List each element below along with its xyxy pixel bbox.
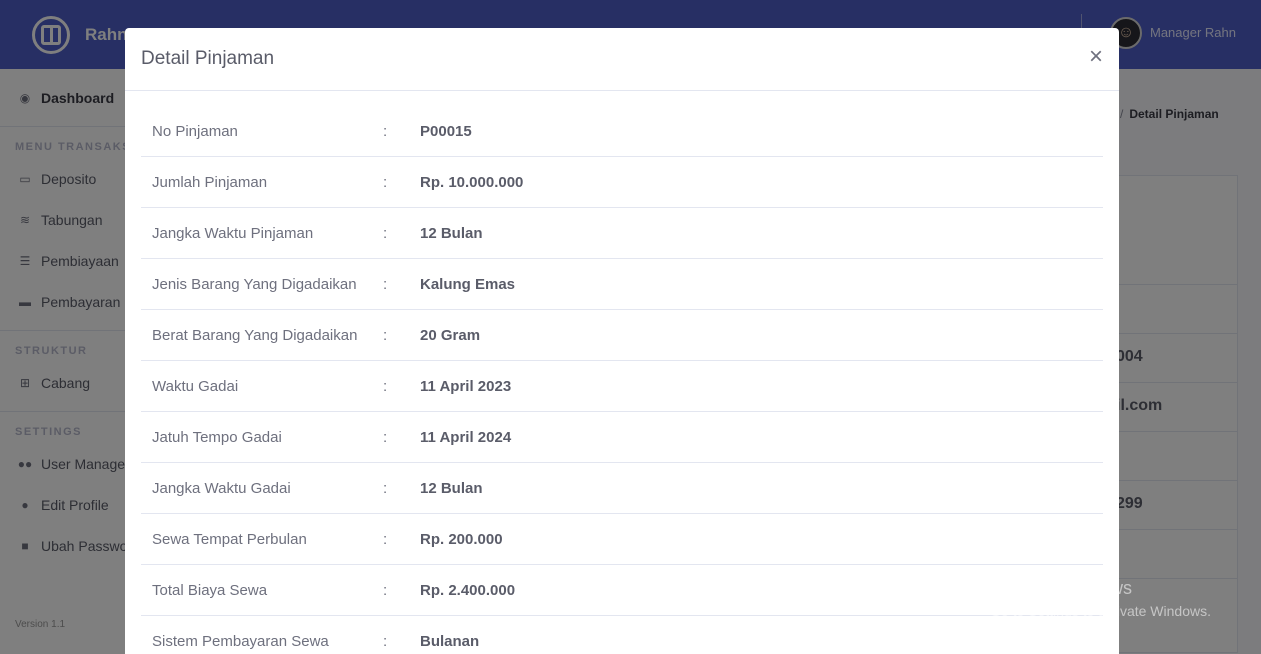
row-label: Waktu Gadai — [141, 360, 381, 412]
row-value: 11 April 2024 — [409, 411, 1103, 463]
row-value: 12 Bulan — [409, 207, 1103, 259]
row-label: Jenis Barang Yang Digadaikan — [141, 258, 381, 310]
close-icon[interactable]: × — [1089, 45, 1103, 69]
row-label: Total Biaya Sewa — [141, 564, 381, 616]
row-colon: : — [381, 615, 409, 654]
table-row: Sistem Pembayaran Sewa: Bulanan — [141, 615, 1103, 654]
table-row: Jangka Waktu Pinjaman:12 Bulan — [141, 207, 1103, 259]
table-row: Sewa Tempat Perbulan: Rp. 200.000 — [141, 513, 1103, 565]
row-value: 20 Gram — [409, 309, 1103, 361]
row-label: Sistem Pembayaran Sewa — [141, 615, 381, 654]
row-colon: : — [383, 123, 388, 140]
row-label: Jumlah Pinjaman — [141, 156, 381, 208]
row-label: Jatuh Tempo Gadai — [141, 411, 381, 463]
row-colon: : — [381, 513, 409, 565]
row-colon: : — [381, 309, 409, 361]
detail-table: No Pinjaman: P00015 Jumlah Pinjaman: Rp. 10… — [141, 106, 1103, 654]
row-colon: : — [381, 564, 409, 616]
row-value: Kalung Emas — [409, 258, 1103, 310]
modal-body: No Pinjaman: P00015 Jumlah Pinjaman: Rp. 10… — [125, 91, 1119, 654]
row-label: Berat Barang Yang Digadaikan — [141, 309, 381, 361]
row-value: Bulanan — [409, 615, 1103, 654]
row-label: Sewa Tempat Perbulan — [141, 513, 381, 565]
row-value: 11 April 2023 — [409, 360, 1103, 412]
modal-header: Detail Pinjaman × — [125, 28, 1119, 91]
table-row: Jenis Barang Yang Digadaikan: Kalung Emas — [141, 258, 1103, 310]
modal-title: Detail Pinjaman — [141, 48, 275, 69]
activate-windows-hint: Go to Settings to activate Windows. — [990, 603, 1211, 619]
table-row: Jumlah Pinjaman: Rp. 10.000.000 — [141, 156, 1103, 208]
table-row: Jangka Waktu Gadai:12 Bulan — [141, 462, 1103, 514]
table-row: Jatuh Tempo Gadai:11 April 2024 — [141, 411, 1103, 463]
activate-windows-watermark: Activate Windows — [990, 578, 1133, 598]
row-colon: : — [381, 207, 409, 259]
row-colon: : — [381, 462, 409, 514]
row-value: Rp. 10.000.000 — [409, 156, 1103, 208]
row-colon: : — [381, 156, 409, 208]
table-row: No Pinjaman: P00015 — [141, 106, 1103, 157]
row-value: Rp. 200.000 — [409, 513, 1103, 565]
row-label: Jangka Waktu Pinjaman — [141, 207, 381, 259]
table-row: Waktu Gadai:11 April 2023 — [141, 360, 1103, 412]
row-label: No Pinjaman — [152, 123, 238, 140]
row-colon: : — [381, 258, 409, 310]
row-value: 12 Bulan — [409, 462, 1103, 514]
detail-modal: Detail Pinjaman × No Pinjaman: P00015 Juml… — [125, 28, 1119, 654]
table-row: Total Biaya Sewa: Rp. 2.400.000 — [141, 564, 1103, 616]
table-row: Berat Barang Yang Digadaikan:20 Gram — [141, 309, 1103, 361]
row-value: P00015 — [420, 123, 472, 140]
row-colon: : — [381, 411, 409, 463]
row-colon: : — [381, 360, 409, 412]
row-label: Jangka Waktu Gadai — [141, 462, 381, 514]
